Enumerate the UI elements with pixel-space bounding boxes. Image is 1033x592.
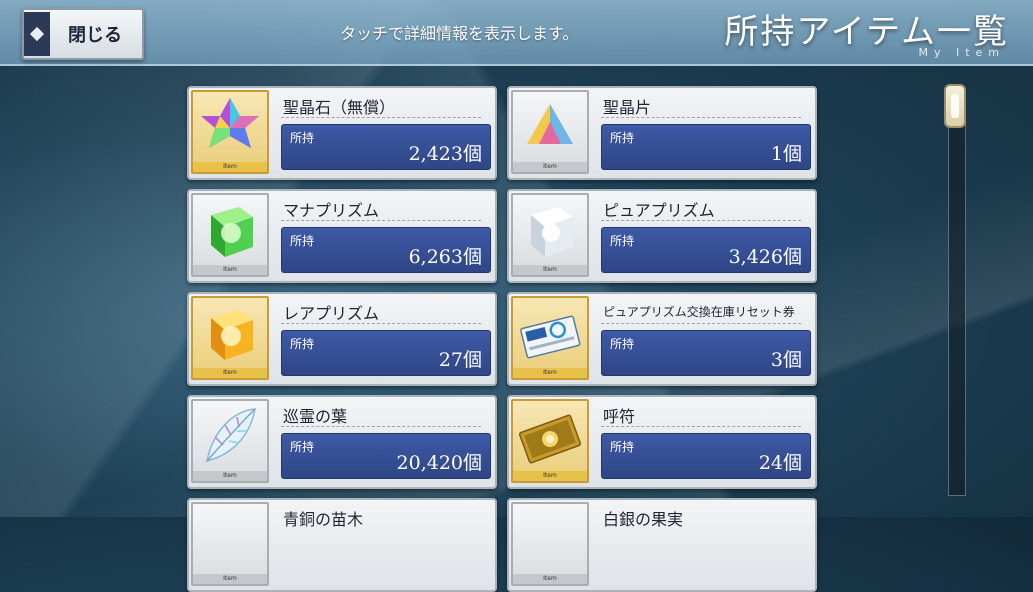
scrollbar-thumb[interactable] [944, 84, 966, 128]
item-card[interactable]: Item マナプリズム 所持 6,263個 [187, 189, 497, 283]
count-label: 所持 [610, 440, 635, 454]
count-value: 2,423個 [408, 143, 482, 165]
count-box: 所持 6,263個 [281, 227, 491, 273]
item-name: ピュアプリズム交換在庫リセット券 [603, 305, 795, 319]
count-label: 所持 [610, 234, 635, 248]
back-diamond-icon [24, 12, 50, 56]
divider [281, 426, 481, 427]
item-card[interactable]: Item 巡霊の葉 所持 20,420個 [187, 395, 497, 489]
quartz-fragment-icon: Item [511, 90, 589, 174]
count-box: 所持 24個 [601, 433, 811, 479]
rare-prism-icon: Item [191, 296, 269, 380]
item-name: ピュアプリズム [603, 201, 715, 220]
ticket-icon: Item [511, 296, 589, 380]
count-label: 所持 [610, 131, 635, 145]
item-name: マナプリズム [283, 201, 380, 220]
item-card[interactable]: Item ピュアプリズム 所持 3,426個 [507, 189, 817, 283]
count-value: 1個 [770, 143, 802, 165]
item-name: 巡霊の葉 [283, 407, 348, 426]
item-name: 呼符 [603, 407, 636, 426]
item-tag: Item [193, 265, 267, 275]
divider [601, 220, 801, 221]
header-bar: 閉じる タッチで詳細情報を表示します。 所持アイテム一覧 My Item [0, 0, 1033, 66]
item-tag: Item [513, 471, 587, 481]
item-card[interactable]: Item ピュアプリズム交換在庫リセット券 所持 3個 [507, 292, 817, 386]
item-name: 聖晶片 [603, 98, 652, 117]
item-tag: Item [193, 471, 267, 481]
count-value: 3個 [770, 349, 802, 371]
leaf-icon: Item [191, 399, 269, 483]
item-tag: Item [513, 368, 587, 378]
count-box: 所持 1個 [601, 124, 811, 170]
count-value: 3,426個 [728, 246, 802, 268]
divider [281, 323, 481, 324]
close-button[interactable]: 閉じる [22, 8, 144, 60]
count-value: 27個 [438, 349, 482, 371]
item-name: レアプリズム [283, 304, 380, 323]
count-value: 6,263個 [408, 246, 482, 268]
count-value: 24個 [758, 452, 802, 474]
count-box: 所持 27個 [281, 330, 491, 376]
item-tag: Item [513, 574, 587, 584]
item-card[interactable]: Item 聖晶石（無償） 所持 2,423個 [187, 86, 497, 180]
item-card[interactable]: Item 呼符 所持 24個 [507, 395, 817, 489]
scrollbar-track[interactable] [948, 96, 966, 496]
item-name: 白銀の果実 [603, 510, 684, 529]
item-tag: Item [193, 574, 267, 584]
close-label: 閉じる [68, 25, 122, 46]
item-card[interactable]: Item レアプリズム 所持 27個 [187, 292, 497, 386]
divider [281, 220, 481, 221]
item-tag: Item [193, 162, 267, 172]
divider [281, 117, 481, 118]
divider [601, 426, 801, 427]
summon-ticket-icon: Item [511, 399, 589, 483]
count-label: 所持 [610, 337, 635, 351]
divider [601, 323, 801, 324]
item-tag: Item [193, 368, 267, 378]
count-box: 所持 20,420個 [281, 433, 491, 479]
count-box: 所持 3,426個 [601, 227, 811, 273]
hint-text: タッチで詳細情報を表示します。 [340, 24, 579, 43]
item-tag: Item [513, 162, 587, 172]
pure-prism-icon: Item [511, 193, 589, 277]
item-card[interactable]: Item 青銅の苗木 [187, 498, 497, 592]
count-label: 所持 [290, 440, 315, 454]
count-value: 20,420個 [396, 452, 482, 474]
count-box: 所持 2,423個 [281, 124, 491, 170]
silver-fruit-icon: Item [511, 502, 589, 586]
item-name: 聖晶石（無償） [283, 98, 396, 117]
divider [601, 117, 801, 118]
page-subtitle: My Item [918, 46, 1005, 59]
count-box: 所持 3個 [601, 330, 811, 376]
count-label: 所持 [290, 131, 315, 145]
mana-prism-icon: Item [191, 193, 269, 277]
saint-quartz-icon: Item [191, 90, 269, 174]
item-card[interactable]: Item 聖晶片 所持 1個 [507, 86, 817, 180]
count-label: 所持 [290, 337, 315, 351]
bronze-sapling-icon: Item [191, 502, 269, 586]
item-name: 青銅の苗木 [283, 510, 364, 529]
item-card[interactable]: Item 白銀の果実 [507, 498, 817, 592]
item-tag: Item [513, 265, 587, 275]
count-label: 所持 [290, 234, 315, 248]
